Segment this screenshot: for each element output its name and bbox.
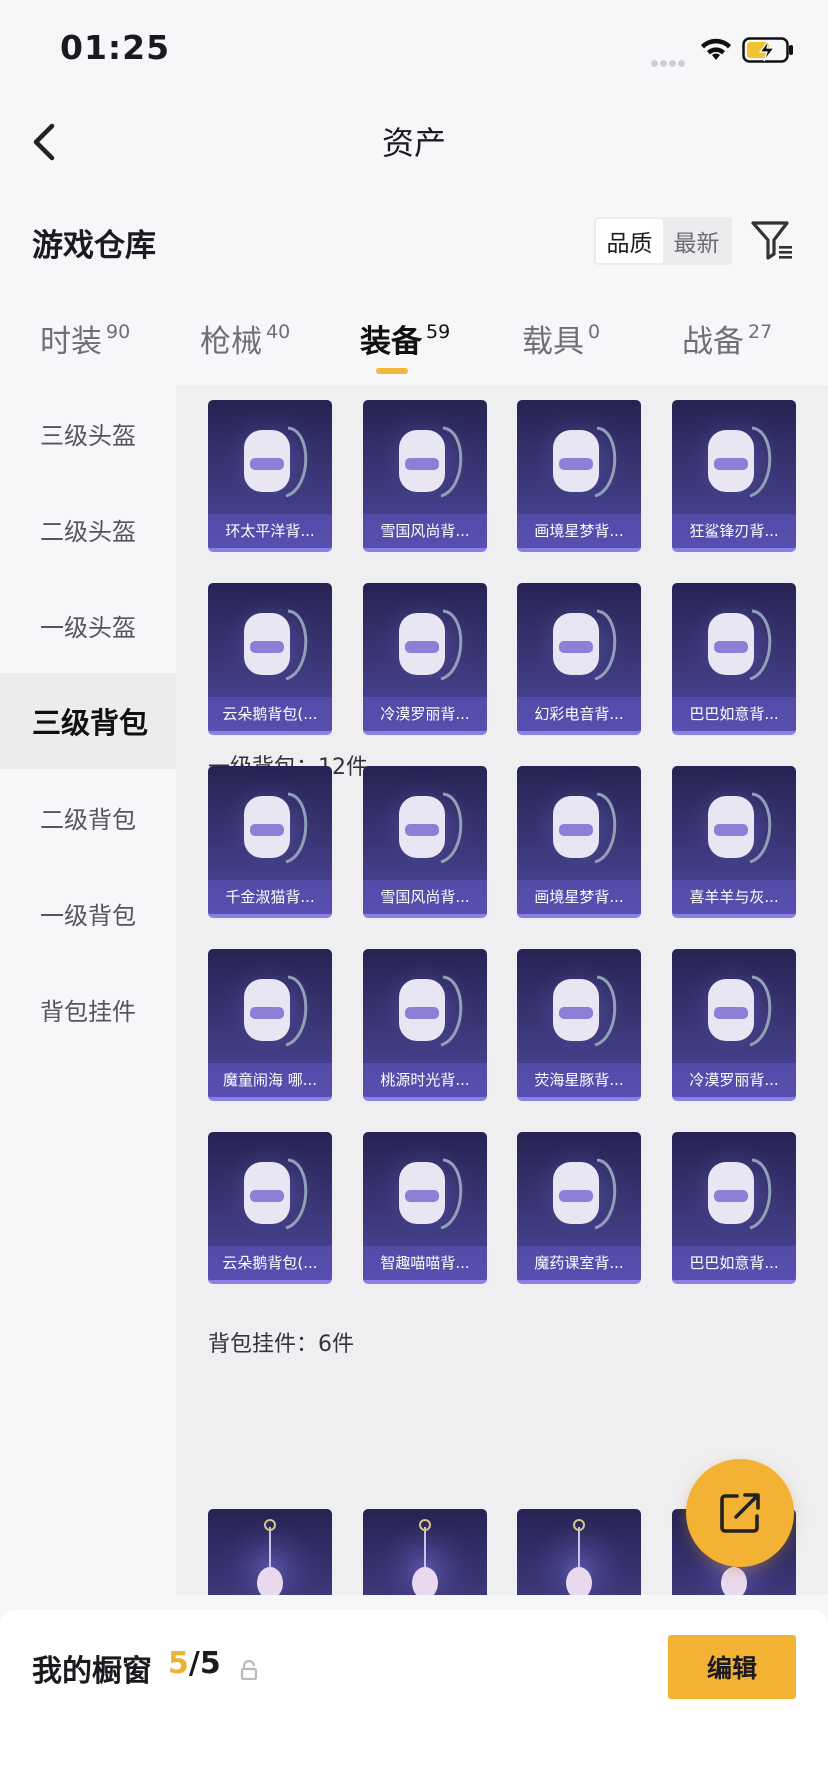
tab-supplies[interactable]: 战备 27 — [682, 316, 772, 361]
section-label-charms: 背包挂件：6件 — [208, 1332, 354, 1357]
item-name: 幻彩电音背... — [517, 697, 641, 731]
item-card[interactable]: 巴巴如意背... — [672, 583, 796, 735]
item-card[interactable]: 巴巴如意背... — [672, 1132, 796, 1284]
sidebar-item-backpack-lv3[interactable]: 三级背包 — [0, 673, 176, 769]
tab-count: 40 — [266, 321, 291, 343]
tab-count: 27 — [748, 321, 773, 343]
showcase-count: 5/5 — [168, 1646, 221, 1681]
item-name: 巴巴如意背... — [672, 1246, 796, 1280]
header: 资产 — [0, 100, 828, 200]
battery-charging-icon — [742, 37, 793, 63]
item-card[interactable]: 环太平洋背... — [208, 400, 332, 552]
showcase-current: 5 — [168, 1646, 189, 1681]
showcase-label: 我的橱窗 — [32, 1654, 152, 1689]
tab-label: 战备 — [682, 324, 744, 360]
page-title: 资产 — [381, 124, 446, 162]
item-card[interactable]: 幻彩电音背... — [517, 583, 641, 735]
item-card[interactable]: 云朵鹅背包(... — [208, 583, 332, 735]
sidebar-item-helmet-lv2[interactable]: 二级头盔 — [0, 481, 176, 577]
item-name: 雪国风尚背... — [363, 514, 487, 548]
item-card[interactable]: 魔童闹海 哪... — [208, 949, 332, 1101]
tab-label: 装备 — [360, 324, 422, 360]
tab-equipment[interactable]: 装备 59 — [360, 316, 450, 361]
item-name: 千金淑猫背... — [208, 880, 332, 914]
share-icon — [720, 1493, 760, 1533]
tab-label: 枪械 — [200, 324, 262, 360]
item-name: 巴巴如意背... — [672, 697, 796, 731]
active-tab-indicator — [376, 368, 408, 374]
item-card[interactable]: 千金淑猫背... — [208, 766, 332, 918]
tab-label: 载具 — [522, 324, 584, 360]
item-card[interactable]: 画境星梦背... — [517, 766, 641, 918]
item-name: 雪国风尚背... — [363, 880, 487, 914]
item-card[interactable]: 喜羊羊与灰... — [672, 766, 796, 918]
item-name: 智趣喵喵背... — [363, 1246, 487, 1280]
sort-newest-button[interactable]: 最新 — [663, 219, 730, 263]
tab-label: 时装 — [40, 324, 102, 360]
sort-quality-button[interactable]: 品质 — [596, 219, 663, 263]
item-name: 冷漠罗丽背... — [363, 697, 487, 731]
tab-count: 59 — [426, 321, 451, 343]
bottom-bar: 我的橱窗 5/5 编辑 — [0, 1610, 828, 1792]
edit-button[interactable]: 编辑 — [668, 1635, 796, 1699]
item-card[interactable]: 冷漠罗丽背... — [363, 583, 487, 735]
item-card[interactable]: 背包挂件-千... — [208, 1509, 332, 1595]
item-card[interactable]: 桃源时光背... — [363, 949, 487, 1101]
status-bar: 01:25 — [0, 0, 828, 100]
item-card[interactable]: 画境星梦背... — [517, 400, 641, 552]
showcase-total: /5 — [188, 1646, 221, 1681]
item-name: 画境星梦背... — [517, 514, 641, 548]
sidebar-item-backpack-lv2[interactable]: 二级背包 — [0, 769, 176, 865]
item-name: 狂鲨锋刃背... — [672, 514, 796, 548]
sidebar-item-helmet-lv3[interactable]: 三级头盔 — [0, 385, 176, 481]
tab-vehicles[interactable]: 载具 0 — [522, 316, 600, 361]
item-card[interactable]: 狂鲨锋刃背... — [672, 400, 796, 552]
item-grid: 一级背包：12件 背包挂件：6件 环太平洋背...雪国风尚背...画境星梦背..… — [176, 385, 828, 1595]
sidebar: 三级头盔 二级头盔 一级头盔 三级背包 二级背包 一级背包 背包挂件 — [0, 385, 176, 1595]
item-name: 环太平洋背... — [208, 514, 332, 548]
item-name: 荧海星豚背... — [517, 1063, 641, 1097]
item-card[interactable]: 魔药课室背... — [517, 1132, 641, 1284]
item-card[interactable]: 云朵鹅背包(... — [208, 1132, 332, 1284]
item-name: 喜羊羊与灰... — [672, 880, 796, 914]
item-card[interactable]: 背包挂件-画... — [363, 1509, 487, 1595]
item-name: 魔药课室背... — [517, 1246, 641, 1280]
status-time: 01:25 — [60, 28, 171, 67]
item-name: 桃源时光背... — [363, 1063, 487, 1097]
item-name: 画境星梦背... — [517, 880, 641, 914]
item-name: 云朵鹅背包(... — [208, 1246, 332, 1280]
tab-fashion[interactable]: 时装 90 — [40, 316, 130, 361]
tab-count: 0 — [588, 321, 601, 343]
item-card[interactable]: 背包挂件-狂... — [517, 1509, 641, 1595]
share-button[interactable] — [686, 1459, 794, 1567]
filter-icon[interactable] — [750, 218, 794, 262]
wifi-icon — [701, 38, 731, 60]
sort-toggle: 品质 最新 — [594, 217, 732, 265]
item-card[interactable]: 智趣喵喵背... — [363, 1132, 487, 1284]
sidebar-item-backpack-lv1[interactable]: 一级背包 — [0, 865, 176, 961]
item-card[interactable]: 冷漠罗丽背... — [672, 949, 796, 1101]
item-name: 云朵鹅背包(... — [208, 697, 332, 731]
item-card[interactable]: 雪国风尚背... — [363, 400, 487, 552]
tab-firearms[interactable]: 枪械 40 — [200, 316, 290, 361]
item-card[interactable]: 雪国风尚背... — [363, 766, 487, 918]
item-card[interactable]: 荧海星豚背... — [517, 949, 641, 1101]
warehouse-title: 游戏仓库 — [32, 228, 156, 264]
cellular-signal-icon — [651, 52, 691, 67]
sidebar-item-helmet-lv1[interactable]: 一级头盔 — [0, 577, 176, 673]
tab-count: 90 — [106, 321, 131, 343]
lock-icon — [240, 1660, 258, 1680]
sidebar-item-backpack-charm[interactable]: 背包挂件 — [0, 961, 176, 1057]
item-name: 冷漠罗丽背... — [672, 1063, 796, 1097]
item-name: 魔童闹海 哪... — [208, 1063, 332, 1097]
category-tabs: 时装 90 枪械 40 装备 59 载具 0 战备 27 — [0, 316, 828, 376]
